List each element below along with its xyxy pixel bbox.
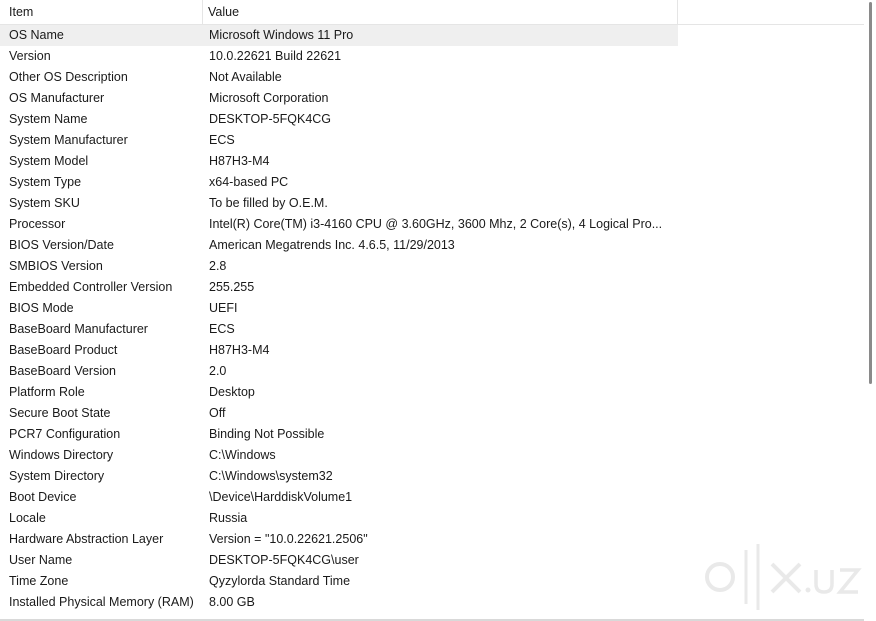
table-row[interactable]: SMBIOS Version 2.8: [0, 256, 864, 277]
system-summary-list[interactable]: Item Value OS Name Microsoft Windows 11 P…: [0, 0, 864, 621]
table-row[interactable]: System SKU To be filled by O.E.M.: [0, 193, 864, 214]
row-value: Russia: [209, 511, 248, 525]
row-value: \Device\HarddiskVolume1: [209, 490, 353, 504]
row-item-label: System Model: [9, 154, 89, 168]
row-value: Microsoft Windows 11 Pro: [209, 28, 354, 42]
table-row[interactable]: BIOS Version/Date American Megatrends Inc…: [0, 235, 864, 256]
table-row[interactable]: BIOS Mode UEFI: [0, 298, 864, 319]
row-item-label: OS Name: [9, 28, 64, 42]
row-value: American Megatrends Inc. 4.6.5, 11/29/20…: [209, 238, 455, 252]
row-value: Off: [209, 406, 226, 420]
row-value: To be filled by O.E.M.: [209, 196, 328, 210]
table-row[interactable]: BaseBoard Manufacturer ECS: [0, 319, 864, 340]
table-row[interactable]: System Type x64-based PC: [0, 172, 864, 193]
row-value: UEFI: [209, 301, 238, 315]
row-value: Desktop: [209, 385, 255, 399]
row-value: Not Available: [209, 70, 282, 84]
table-row[interactable]: System Model H87H3-M4: [0, 151, 864, 172]
row-item-label: BIOS Mode: [9, 301, 74, 315]
row-value: Microsoft Corporation: [209, 91, 329, 105]
row-value: Binding Not Possible: [209, 427, 325, 441]
row-item-label: OS Manufacturer: [9, 91, 105, 105]
row-value: Intel(R) Core(TM) i3-4160 CPU @ 3.60GHz,…: [209, 217, 663, 231]
olx-logo-icon: [705, 544, 862, 610]
row-item-label: Platform Role: [9, 385, 85, 399]
table-row[interactable]: Version 10.0.22621 Build 22621: [0, 46, 864, 67]
row-item-label: SMBIOS Version: [9, 259, 103, 273]
row-value: x64-based PC: [209, 175, 289, 189]
table-row[interactable]: System Name DESKTOP-5FQK4CG: [0, 109, 864, 130]
table-row[interactable]: OS Name Microsoft Windows 11 Pro: [0, 25, 864, 46]
row-value: 10.0.22621 Build 22621: [209, 49, 342, 63]
table-row[interactable]: System Directory C:\Windows\system32: [0, 466, 864, 487]
row-value: Version = "10.0.22621.2506": [209, 532, 368, 546]
row-value: 2.0: [209, 364, 227, 378]
row-item-label: System Directory: [9, 469, 105, 483]
table-row[interactable]: Embedded Controller Version 255.255: [0, 277, 864, 298]
row-value: C:\Windows\system32: [209, 469, 333, 483]
table-row[interactable]: Processor Intel(R) Core(TM) i3-4160 CPU @…: [0, 214, 864, 235]
row-item-label: Processor: [9, 217, 66, 231]
table-row[interactable]: BaseBoard Version 2.0: [0, 361, 864, 382]
row-item-label: System SKU: [9, 196, 80, 210]
row-value: 255.255: [209, 280, 255, 294]
row-item-label: Embedded Controller Version: [9, 280, 173, 294]
row-item-label: PCR7 Configuration: [9, 427, 121, 441]
table-row[interactable]: Boot Device \Device\HarddiskVolume1: [0, 487, 864, 508]
table-row[interactable]: Windows Directory C:\Windows: [0, 445, 864, 466]
row-item-label: System Manufacturer: [9, 133, 128, 147]
table-row[interactable]: BaseBoard Product H87H3-M4: [0, 340, 864, 361]
row-item-label: Boot Device: [9, 490, 77, 504]
row-item-label: Other OS Description: [9, 70, 128, 84]
row-item-label: BaseBoard Product: [9, 343, 118, 357]
vertical-scrollbar[interactable]: [864, 0, 876, 621]
table-row[interactable]: Secure Boot State Off: [0, 403, 864, 424]
row-item-label: Secure Boot State: [9, 406, 111, 420]
row-value: H87H3-M4: [209, 343, 270, 357]
table-row[interactable]: Locale Russia: [0, 508, 864, 529]
list-header: Item Value: [0, 0, 864, 25]
row-value: DESKTOP-5FQK4CG: [209, 112, 332, 126]
row-item-label: System Type: [9, 175, 82, 189]
row-value: Qyzylorda Standard Time: [209, 574, 351, 588]
list-rows: OS Name Microsoft Windows 11 Pro Version 10…: [0, 25, 864, 613]
row-item-label: Hardware Abstraction Layer: [9, 532, 164, 546]
row-item-label: BaseBoard Version: [9, 364, 117, 378]
table-row[interactable]: System Manufacturer ECS: [0, 130, 864, 151]
row-value: H87H3-M4: [209, 154, 270, 168]
row-value: C:\Windows: [209, 448, 276, 462]
table-row[interactable]: PCR7 Configuration Binding Not Possible: [0, 424, 864, 445]
row-value: 8.00 GB: [209, 595, 255, 609]
table-row[interactable]: OS Manufacturer Microsoft Corporation: [0, 88, 864, 109]
row-item-label: Locale: [9, 511, 46, 525]
row-item-label: Version: [9, 49, 51, 63]
table-row[interactable]: Platform Role Desktop: [0, 382, 864, 403]
row-item-label: BIOS Version/Date: [9, 238, 114, 252]
column-header-value[interactable]: Value: [203, 0, 678, 24]
system-information-window: Item Value OS Name Microsoft Windows 11 P…: [0, 0, 876, 621]
column-header-item[interactable]: Item: [0, 0, 203, 24]
scrollbar-thumb[interactable]: [869, 2, 872, 384]
row-item-label: Windows Directory: [9, 448, 114, 462]
row-item-label: Time Zone: [9, 574, 69, 588]
row-item-label: User Name: [9, 553, 73, 567]
row-item-label: Installed Physical Memory (RAM): [9, 595, 194, 609]
row-item-label: BaseBoard Manufacturer: [9, 322, 148, 336]
row-value: ECS: [209, 133, 235, 147]
row-value: 2.8: [209, 259, 227, 273]
row-item-label: System Name: [9, 112, 88, 126]
row-value: DESKTOP-5FQK4CG\user: [209, 553, 359, 567]
row-value: ECS: [209, 322, 235, 336]
table-row[interactable]: Other OS Description Not Available: [0, 67, 864, 88]
